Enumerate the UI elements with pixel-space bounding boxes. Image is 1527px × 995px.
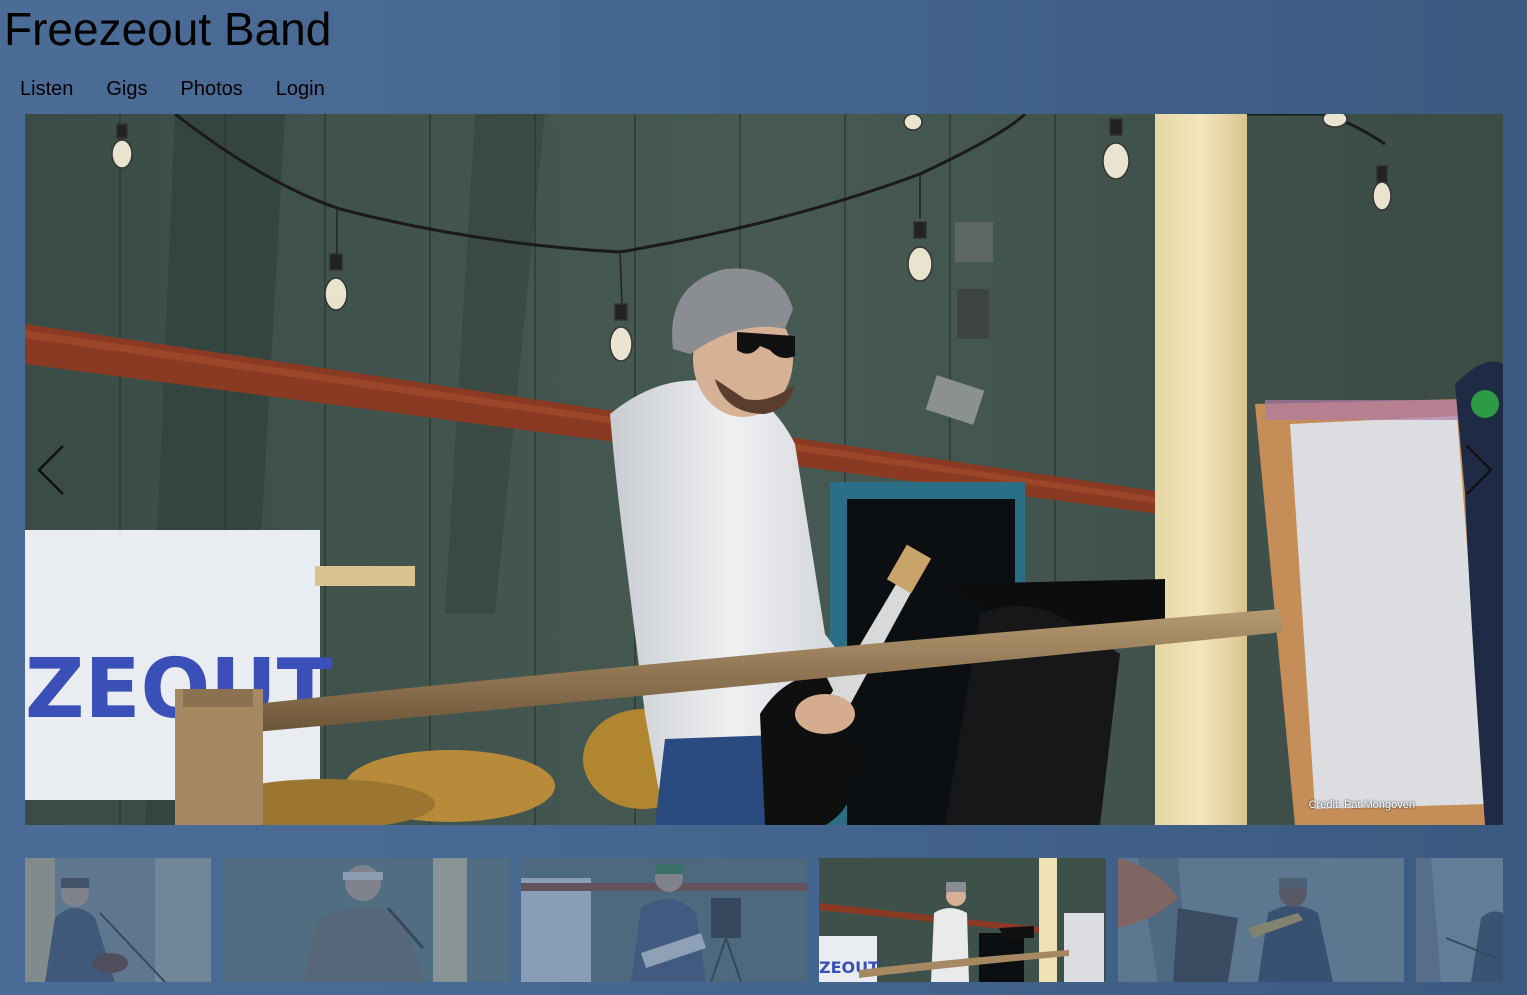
chevron-right-icon bbox=[1466, 445, 1493, 495]
nav-gigs[interactable]: Gigs bbox=[106, 76, 147, 102]
site-title: Freezeout Band bbox=[4, 3, 332, 55]
chevron-left-icon bbox=[37, 445, 64, 495]
photo-credit: Credit: Pat Mongoven bbox=[1308, 799, 1415, 811]
thumbnail-5[interactable] bbox=[1118, 858, 1404, 982]
thumbnail-strip: ZEOUT bbox=[25, 858, 1503, 982]
nav-listen[interactable]: Listen bbox=[20, 76, 73, 102]
thumbnail-6[interactable] bbox=[1416, 858, 1503, 982]
nav-photos[interactable]: Photos bbox=[181, 76, 243, 102]
main-nav: Listen Gigs Photos Login bbox=[20, 76, 358, 102]
thumbnail-4[interactable]: ZEOUT bbox=[819, 858, 1106, 982]
prev-slide-button[interactable] bbox=[35, 444, 71, 496]
next-slide-button[interactable] bbox=[1459, 444, 1495, 496]
photo-slideshow[interactable]: ZEOUT bbox=[25, 114, 1503, 825]
thumbnail-1[interactable] bbox=[25, 858, 211, 982]
thumbnail-2[interactable] bbox=[223, 858, 509, 982]
nav-login[interactable]: Login bbox=[276, 76, 325, 102]
slide-photo: ZEOUT bbox=[25, 114, 1503, 825]
thumbnail-3[interactable] bbox=[521, 858, 807, 982]
